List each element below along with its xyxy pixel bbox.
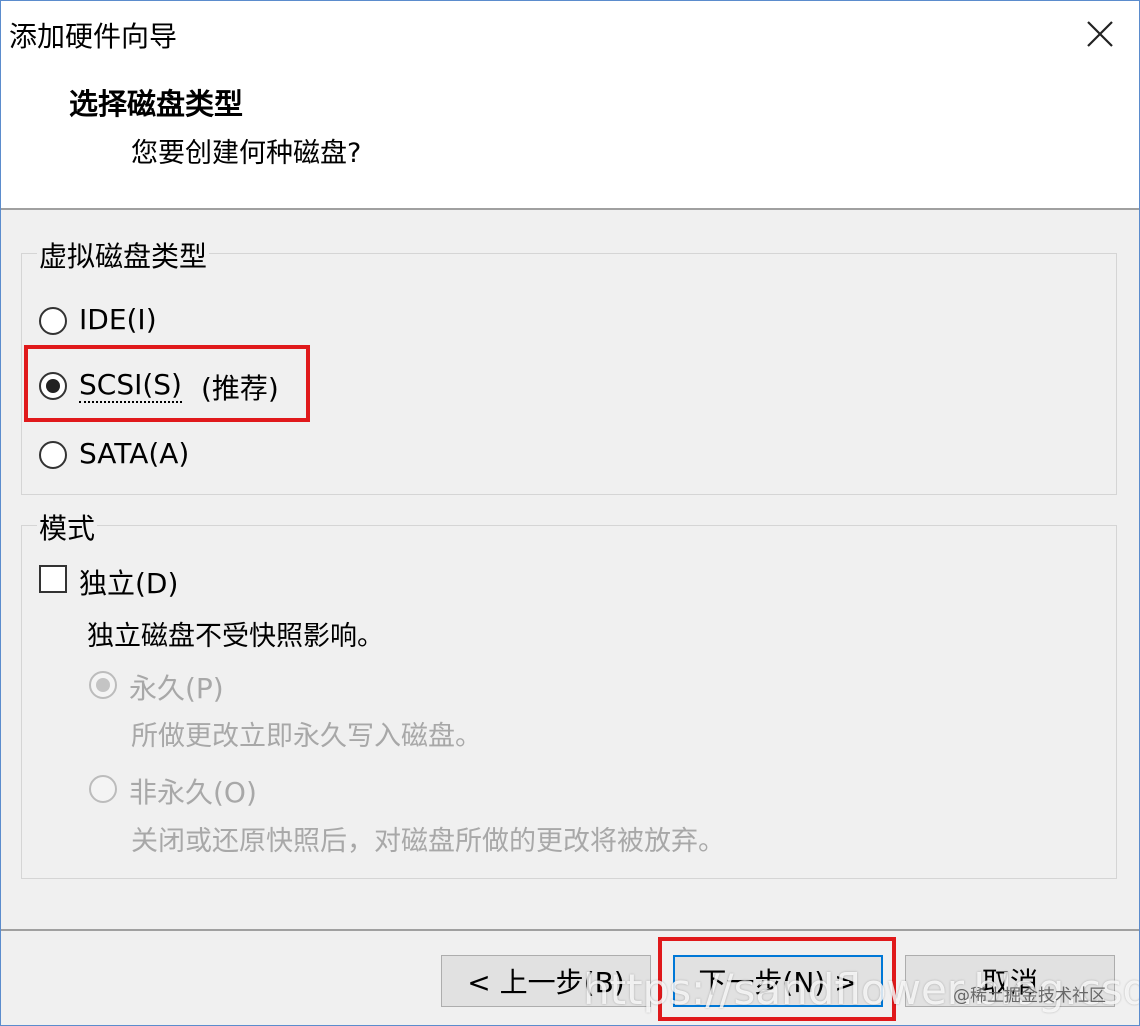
disk-type-group-label: 虚拟磁盘类型 — [37, 235, 210, 275]
page-title: 选择磁盘类型 — [69, 87, 244, 121]
persistent-radio[interactable] — [89, 671, 117, 699]
page-subtitle: 您要创建何种磁盘? — [131, 138, 362, 169]
nonpersistent-radio[interactable] — [89, 775, 117, 803]
window-title: 添加硬件向导 — [9, 20, 178, 53]
scsi-highlight-box — [24, 345, 310, 422]
wizard-header: 选择磁盘类型 您要创建何种磁盘? — [1, 67, 1139, 210]
persistent-label[interactable]: 永久(P) — [129, 667, 224, 707]
nonpersistent-description: 关闭或还原快照后，对磁盘所做的更改将被放弃。 — [131, 826, 725, 857]
cancel-button[interactable]: 取消 — [905, 955, 1115, 1007]
sata-radio[interactable] — [39, 441, 67, 469]
sata-label[interactable]: SATA(A) — [79, 437, 189, 470]
close-button[interactable] — [1061, 1, 1139, 67]
footer-divider — [1, 929, 1139, 931]
next-highlight-box — [658, 937, 896, 1021]
ide-label[interactable]: IDE(I) — [79, 303, 157, 336]
add-hardware-wizard-window: 添加硬件向导 选择磁盘类型 您要创建何种磁盘? 虚拟磁盘类型 IDE(I) SC… — [0, 0, 1140, 1026]
ide-radio[interactable] — [39, 307, 67, 335]
nonpersistent-label[interactable]: 非永久(O) — [129, 771, 257, 811]
independent-description: 独立磁盘不受快照影响。 — [87, 621, 384, 652]
back-button[interactable]: < 上一步(B) — [441, 955, 651, 1007]
independent-label[interactable]: 独立(D) — [79, 562, 178, 602]
independent-checkbox[interactable] — [39, 565, 67, 593]
title-bar: 添加硬件向导 — [1, 1, 1139, 67]
persistent-description: 所做更改立即永久写入磁盘。 — [131, 721, 482, 752]
mode-group-label: 模式 — [37, 507, 98, 547]
close-icon — [1087, 21, 1113, 47]
